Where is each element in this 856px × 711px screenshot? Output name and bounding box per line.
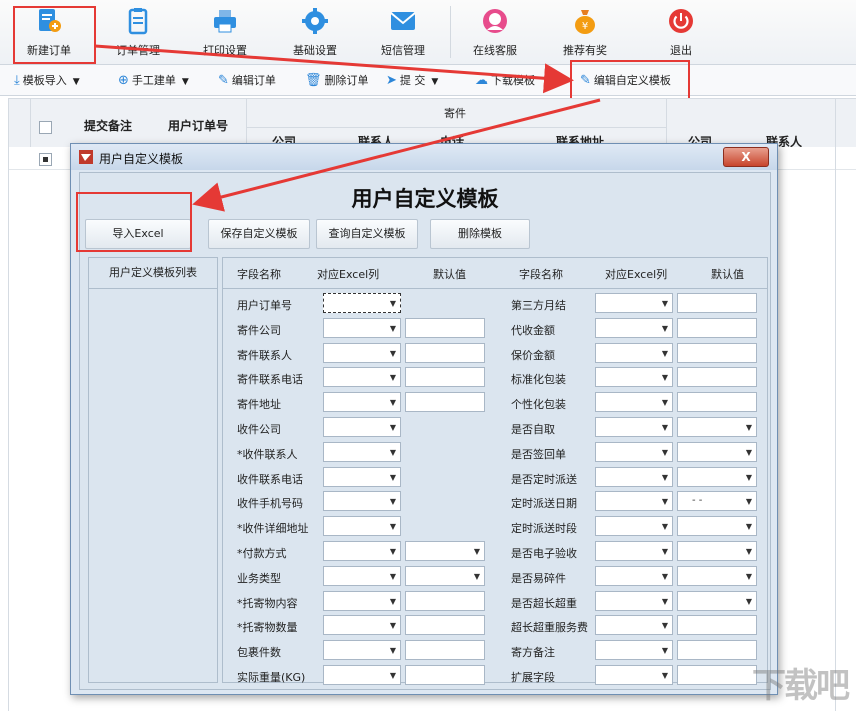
annotation-arrows [94, 44, 601, 212]
arrow-to-edit-template [94, 44, 574, 94]
watermark: 下载吧 [752, 666, 850, 706]
arrow-to-import-excel [192, 98, 601, 212]
